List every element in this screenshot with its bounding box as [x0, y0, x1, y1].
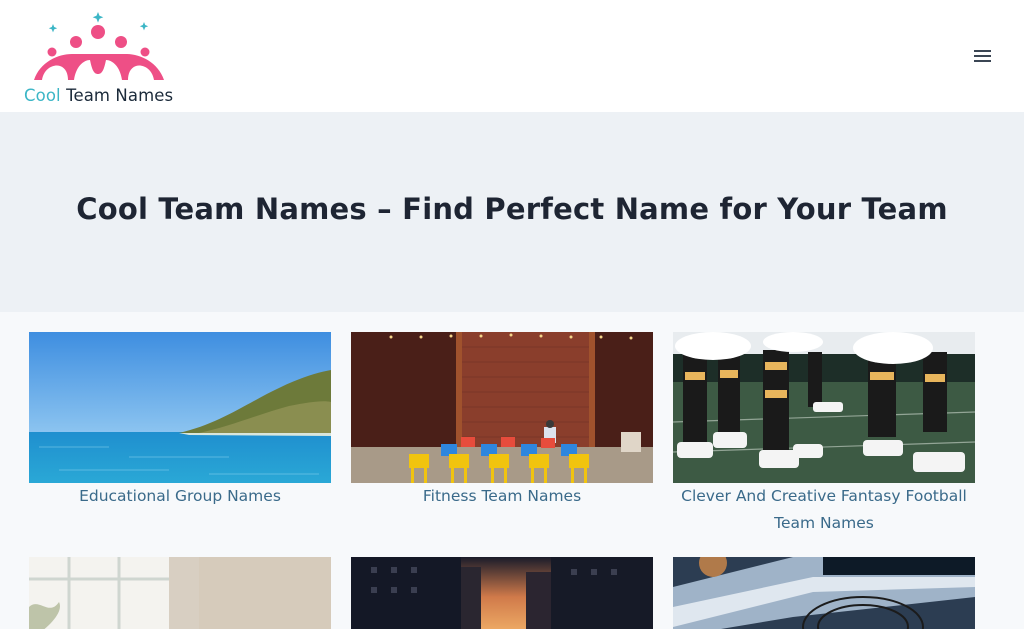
post-thumbnail[interactable] [29, 332, 331, 483]
post-card: Clever And Creative Fantasy Football Tea… [673, 332, 975, 537]
logo-text-cool: Cool [24, 86, 61, 105]
city-street-sunset-image [351, 557, 653, 629]
post-thumbnail[interactable] [673, 332, 975, 483]
post-card [351, 557, 653, 629]
post-thumbnail[interactable] [673, 557, 975, 629]
football-players-legs-image [673, 332, 975, 483]
post-card: Educational Group Names [29, 332, 331, 510]
site-logo[interactable]: Cool Team Names [22, 8, 182, 108]
window-interior-image [29, 557, 331, 629]
logo-text-team-names: Team Names [66, 86, 174, 105]
page-title: Cool Team Names – Find Perfect Name for … [76, 192, 948, 226]
post-thumbnail[interactable] [351, 332, 653, 483]
post-thumbnail[interactable] [351, 557, 653, 629]
sea-coast-image [29, 332, 331, 483]
basketball-hoop-image [673, 557, 975, 629]
site-header: Cool Team Names [0, 0, 1024, 112]
post-title-link[interactable]: Educational Group Names [29, 483, 331, 510]
post-card [673, 557, 975, 629]
post-title-link[interactable]: Clever And Creative Fantasy Football Tea… [673, 483, 975, 537]
chairs-brick-wall-image [351, 332, 653, 483]
logo-icon [34, 12, 164, 80]
post-thumbnail[interactable] [29, 557, 331, 629]
menu-toggle-button[interactable] [966, 40, 998, 72]
post-card: Fitness Team Names [351, 332, 653, 510]
post-title-link[interactable]: Fitness Team Names [351, 483, 653, 510]
hamburger-menu-icon [973, 50, 991, 62]
logo-text: Cool Team Names [24, 86, 173, 105]
post-card [29, 557, 331, 629]
hero-section: Cool Team Names – Find Perfect Name for … [0, 112, 1024, 312]
